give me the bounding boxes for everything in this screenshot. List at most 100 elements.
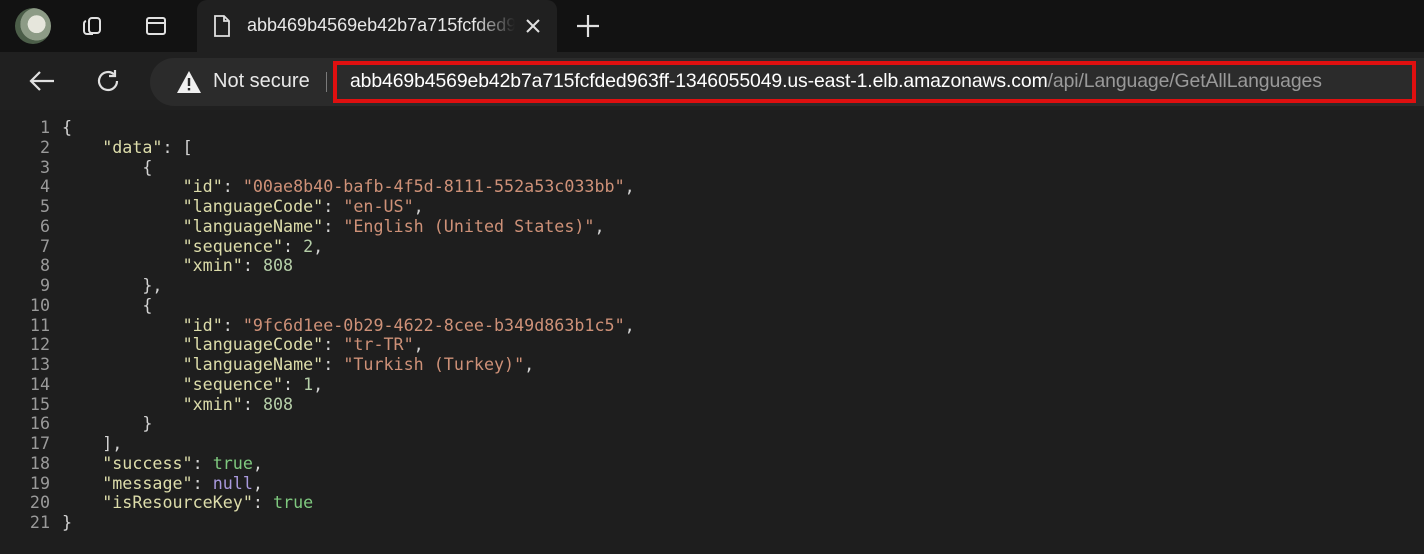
line-text: "sequence": 2, — [62, 235, 324, 257]
line-number: 1 — [39, 117, 50, 137]
json-punctuation: , — [624, 314, 635, 335]
line-text: "id": "9fc6d1ee-0b29-4622-8cee-b349d863b… — [62, 314, 635, 336]
json-punctuation: : — [323, 354, 344, 374]
tab-strip: abb469b4569eb42b7a715fcfded963ff-1346055… — [0, 0, 1424, 52]
url-host: abb469b4569eb42b7a715fcfded963ff-1346055… — [350, 70, 1048, 92]
code-line: 7 "sequence": 2, — [0, 235, 635, 257]
line-number: 8 — [39, 255, 50, 276]
line-number: 14 — [29, 373, 50, 394]
json-punctuation: , — [413, 334, 424, 355]
close-icon[interactable] — [523, 16, 543, 36]
line-text: "languageCode": "tr-TR", — [62, 334, 424, 355]
line-text: "message": null, — [62, 472, 263, 494]
json-key: "languageCode" — [182, 334, 324, 355]
json-punctuation: } — [62, 512, 73, 532]
json-punctuation: { — [142, 156, 153, 177]
json-punctuation: }, — [142, 275, 163, 295]
code-line: 6 "languageName": "English (United State… — [0, 215, 635, 237]
line-number: 2 — [39, 136, 50, 157]
reload-icon[interactable] — [92, 65, 124, 97]
json-key: "id" — [182, 176, 223, 197]
code-line: 3 { — [0, 156, 635, 178]
json-punctuation: { — [142, 294, 153, 315]
json-punctuation: } — [142, 413, 153, 434]
json-punctuation: : — [252, 492, 273, 513]
url-path: /api/Language/GetAllLanguages — [1047, 70, 1322, 92]
line-number: 9 — [39, 275, 50, 295]
json-punctuation: : — [283, 235, 304, 256]
json-punctuation: : — [242, 255, 263, 276]
line-text: "isResourceKey": true — [62, 492, 313, 513]
json-code: 1{2 "data": [3 {4 "id": "00ae8b40-bafb-4… — [0, 117, 635, 533]
warning-triangle-icon[interactable] — [176, 70, 202, 99]
collections-icon[interactable] — [76, 10, 108, 42]
arrow-left-icon[interactable] — [26, 65, 58, 97]
json-key: "id" — [182, 314, 223, 335]
json-key: "languageName" — [182, 215, 324, 236]
line-number: 20 — [29, 492, 50, 513]
json-key: "languageCode" — [182, 196, 324, 216]
line-text: "languageCode": "en-US", — [62, 196, 424, 217]
line-text: } — [62, 512, 73, 533]
tab-active[interactable]: abb469b4569eb42b7a715fcfded963ff-1346055… — [197, 0, 557, 52]
code-line: 5 "languageCode": "en-US", — [0, 196, 635, 217]
avatar[interactable] — [15, 8, 51, 44]
plus-icon[interactable] — [574, 12, 602, 40]
line-text: "languageName": "English (United States)… — [62, 215, 605, 237]
json-punctuation: { — [62, 117, 73, 137]
code-line: 10 { — [0, 294, 635, 316]
json-string: "9fc6d1ee-0b29-4622-8cee-b349d863b1c5" — [242, 314, 625, 335]
json-key: "message" — [102, 472, 193, 493]
json-punctuation: : — [242, 393, 263, 414]
json-viewer: 1{2 "data": [3 {4 "id": "00ae8b40-bafb-4… — [0, 110, 1424, 554]
line-number: 5 — [39, 196, 50, 216]
divider — [326, 72, 327, 92]
line-text: { — [62, 156, 153, 178]
line-number: 10 — [29, 294, 50, 315]
code-line: 18 "success": true, — [0, 453, 635, 474]
url-text[interactable]: abb469b4569eb42b7a715fcfded963ff-1346055… — [350, 70, 1322, 93]
security-label[interactable]: Not secure — [213, 70, 310, 93]
json-string: "en-US" — [343, 196, 414, 216]
json-punctuation: , — [313, 373, 324, 394]
json-punctuation: , — [524, 354, 535, 374]
code-line: 20 "isResourceKey": true — [0, 492, 635, 513]
json-key: "sequence" — [182, 373, 284, 394]
line-number: 15 — [29, 393, 50, 414]
json-key: "isResourceKey" — [102, 492, 253, 513]
json-key: "data" — [102, 136, 163, 157]
code-line: 19 "message": null, — [0, 472, 635, 494]
json-number: 1 — [303, 373, 314, 394]
code-line: 13 "languageName": "Turkish (Turkey)", — [0, 354, 635, 375]
tab-actions-icon[interactable] — [140, 10, 172, 42]
line-text: "languageName": "Turkish (Turkey)", — [62, 354, 535, 375]
address-bar[interactable]: Not secure abb469b4569eb42b7a715fcfded96… — [150, 58, 1424, 106]
json-punctuation: : — [283, 373, 304, 394]
code-line: 4 "id": "00ae8b40-bafb-4f5d-8111-552a53c… — [0, 176, 635, 197]
line-number: 19 — [29, 472, 50, 493]
json-punctuation: , — [252, 472, 263, 493]
json-number: 808 — [262, 255, 294, 276]
json-punctuation: ], — [102, 433, 123, 453]
line-number: 6 — [39, 215, 50, 236]
code-line: 15 "xmin": 808 — [0, 393, 635, 415]
json-punctuation: : — [222, 176, 243, 197]
json-number: 2 — [303, 235, 314, 256]
json-key: "xmin" — [182, 255, 243, 276]
code-line: 14 "sequence": 1, — [0, 373, 635, 395]
line-number: 3 — [39, 156, 50, 177]
json-string: "Turkish (Turkey)" — [343, 354, 525, 374]
line-number: 21 — [29, 512, 50, 532]
line-number: 4 — [39, 176, 50, 197]
line-text: { — [62, 294, 153, 316]
